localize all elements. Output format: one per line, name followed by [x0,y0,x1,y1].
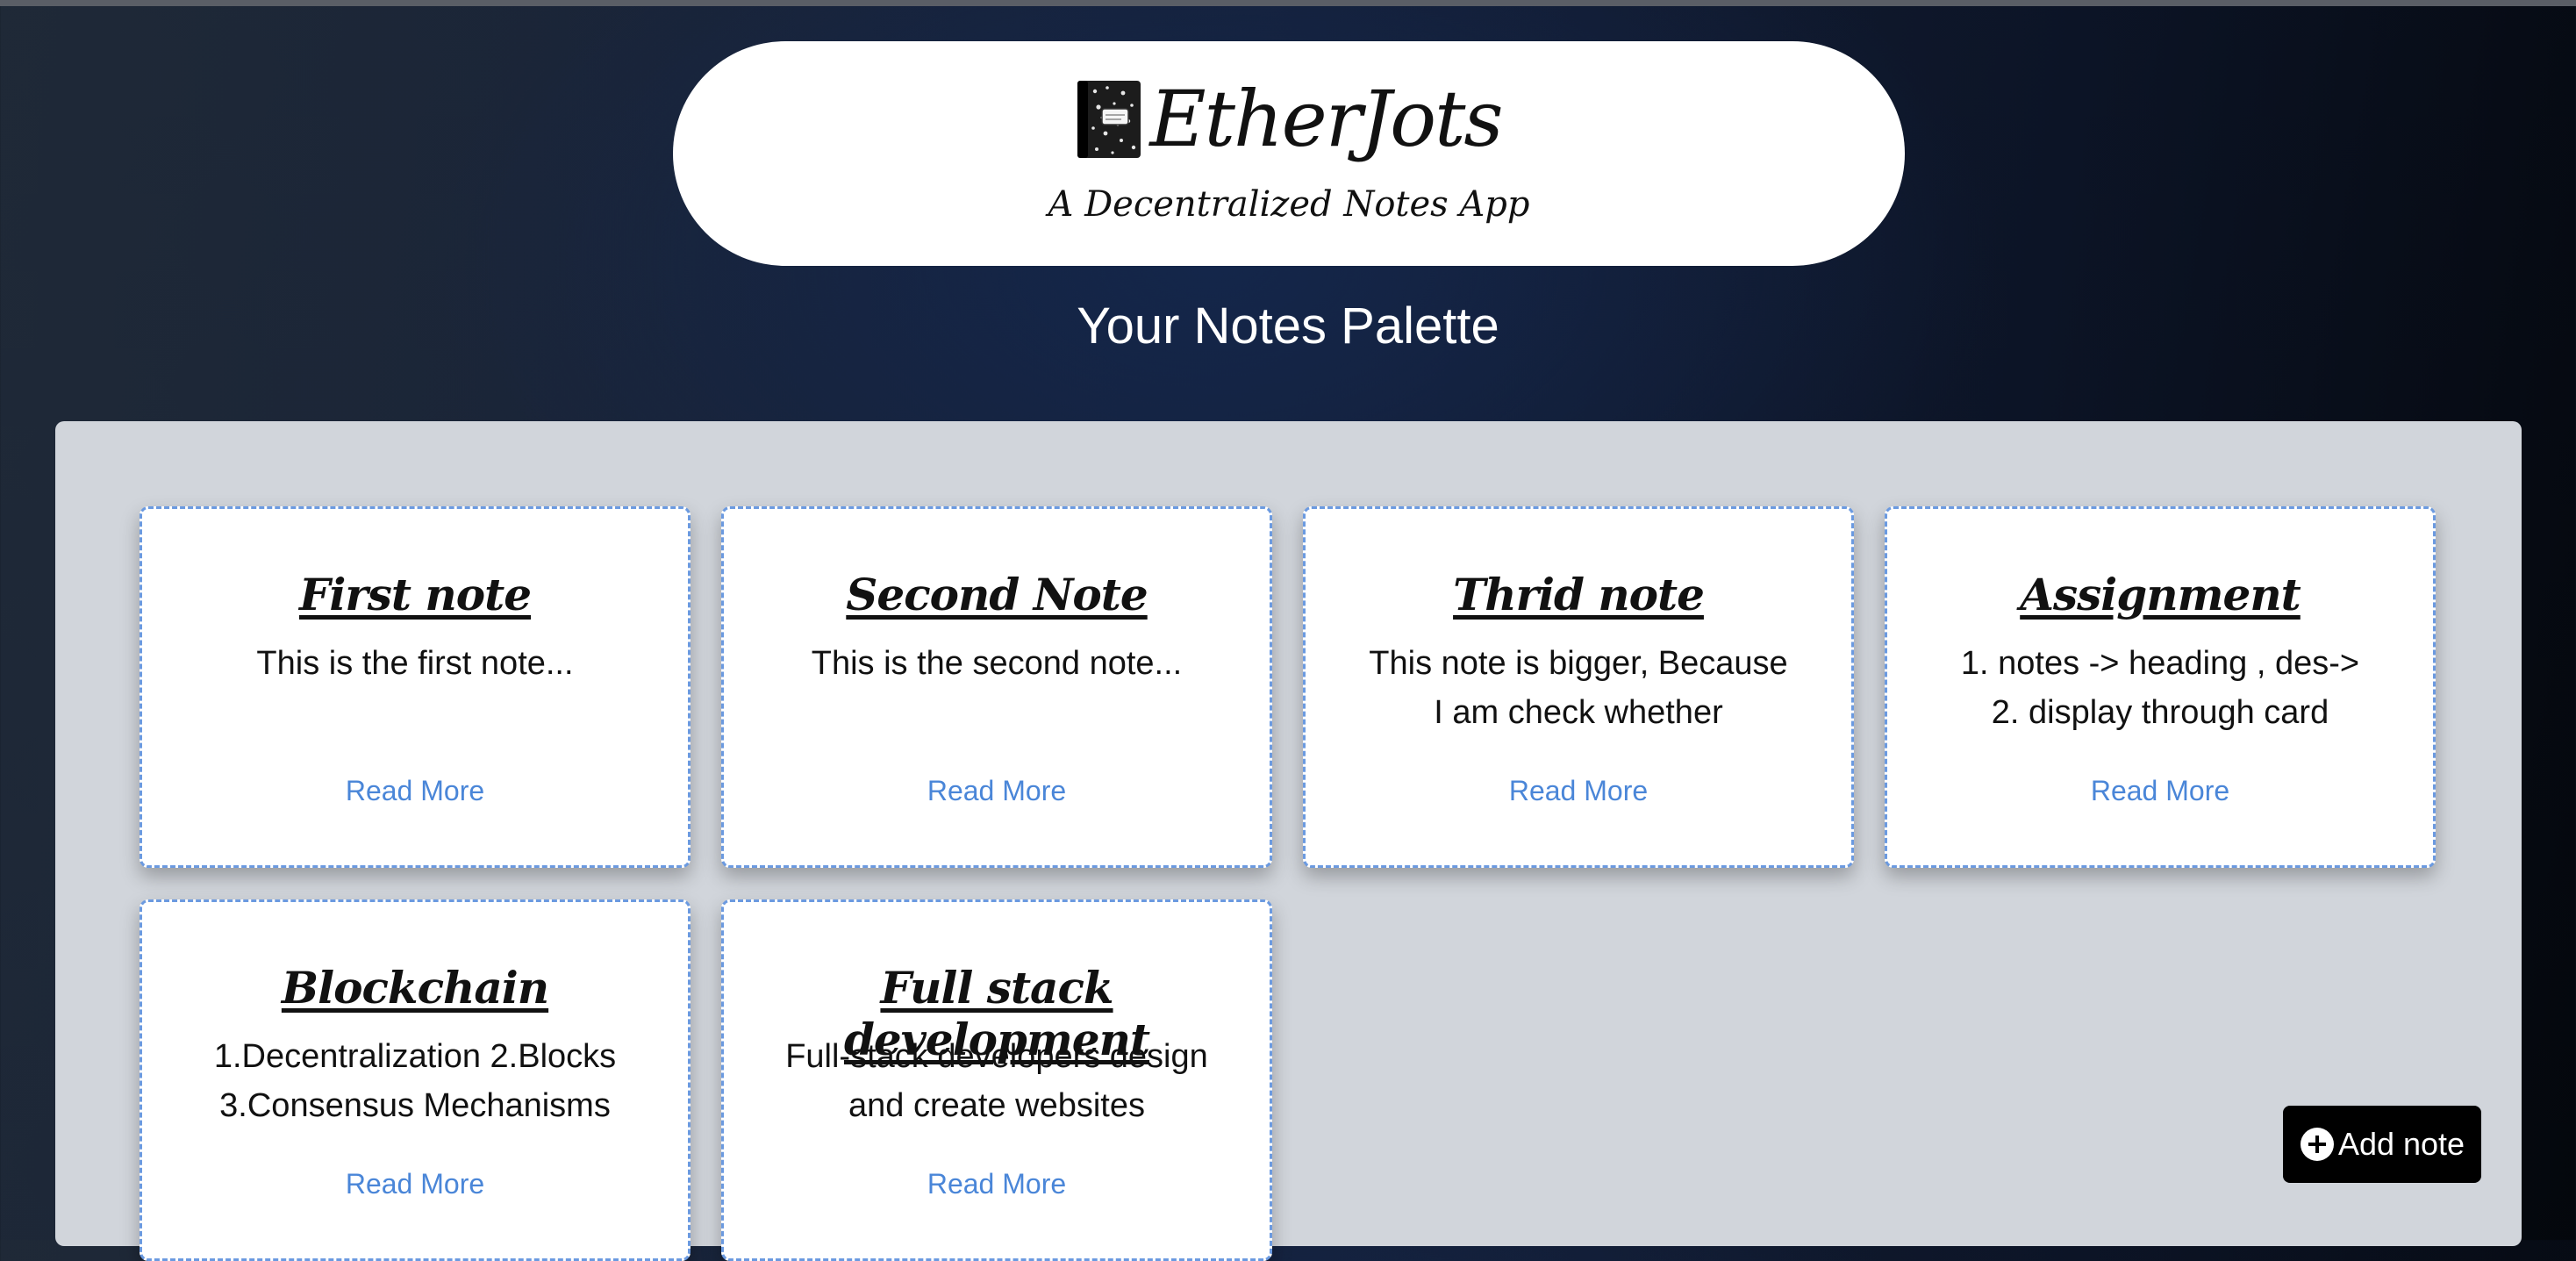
read-more-link[interactable]: Read More [1887,775,2433,807]
app-subtitle: A Decentralized Notes App [1048,184,1530,225]
read-more-link[interactable]: Read More [142,1168,688,1200]
note-card[interactable]: Blockchain 1.Decentralization 2.Blocks 3… [140,899,691,1261]
notebook-icon [1077,81,1141,158]
note-card[interactable]: Assignment 1. notes -> heading , des-> 2… [1885,506,2436,868]
read-more-link[interactable]: Read More [142,775,688,807]
note-title: First note [298,569,532,620]
note-card[interactable]: Thrid note This note is bigger, Because … [1303,506,1854,868]
read-more-link[interactable]: Read More [724,1168,1270,1200]
note-body: 1.Decentralization 2.Blocks 3.Consensus … [213,1038,617,1124]
note-body: This is the first note... [256,645,574,682]
add-note-button[interactable]: Add note [2283,1106,2481,1183]
add-note-label: Add note [2337,1126,2465,1162]
note-body: Full-stack developers design and create … [785,1038,1208,1124]
note-card[interactable]: First note This is the first note... Rea… [140,506,691,868]
read-more-link[interactable]: Read More [1306,775,1851,807]
note-title: Assignment [2020,569,2301,620]
note-card[interactable]: Full stack development Full-stack develo… [721,899,1272,1261]
read-more-link[interactable]: Read More [724,775,1270,807]
note-card[interactable]: Second Note This is the second note... R… [721,506,1272,868]
note-title: Thrid note [1453,569,1705,620]
note-title: Second Note [846,569,1148,620]
app-title: EtherJots [1149,74,1503,164]
plus-circle-icon [2300,1128,2334,1161]
note-title: Blockchain [281,962,549,1014]
brand: EtherJots [673,62,1905,176]
note-body: This note is bigger, Because I am check … [1369,645,1788,731]
app-header: EtherJots A Decentralized Notes App [673,41,1905,266]
note-body: This is the second note... [811,645,1183,682]
window-top-border [0,0,2576,6]
note-body: 1. notes -> heading , des-> 2. display t… [1960,645,2360,731]
page-title: Your Notes Palette [1077,297,1499,355]
